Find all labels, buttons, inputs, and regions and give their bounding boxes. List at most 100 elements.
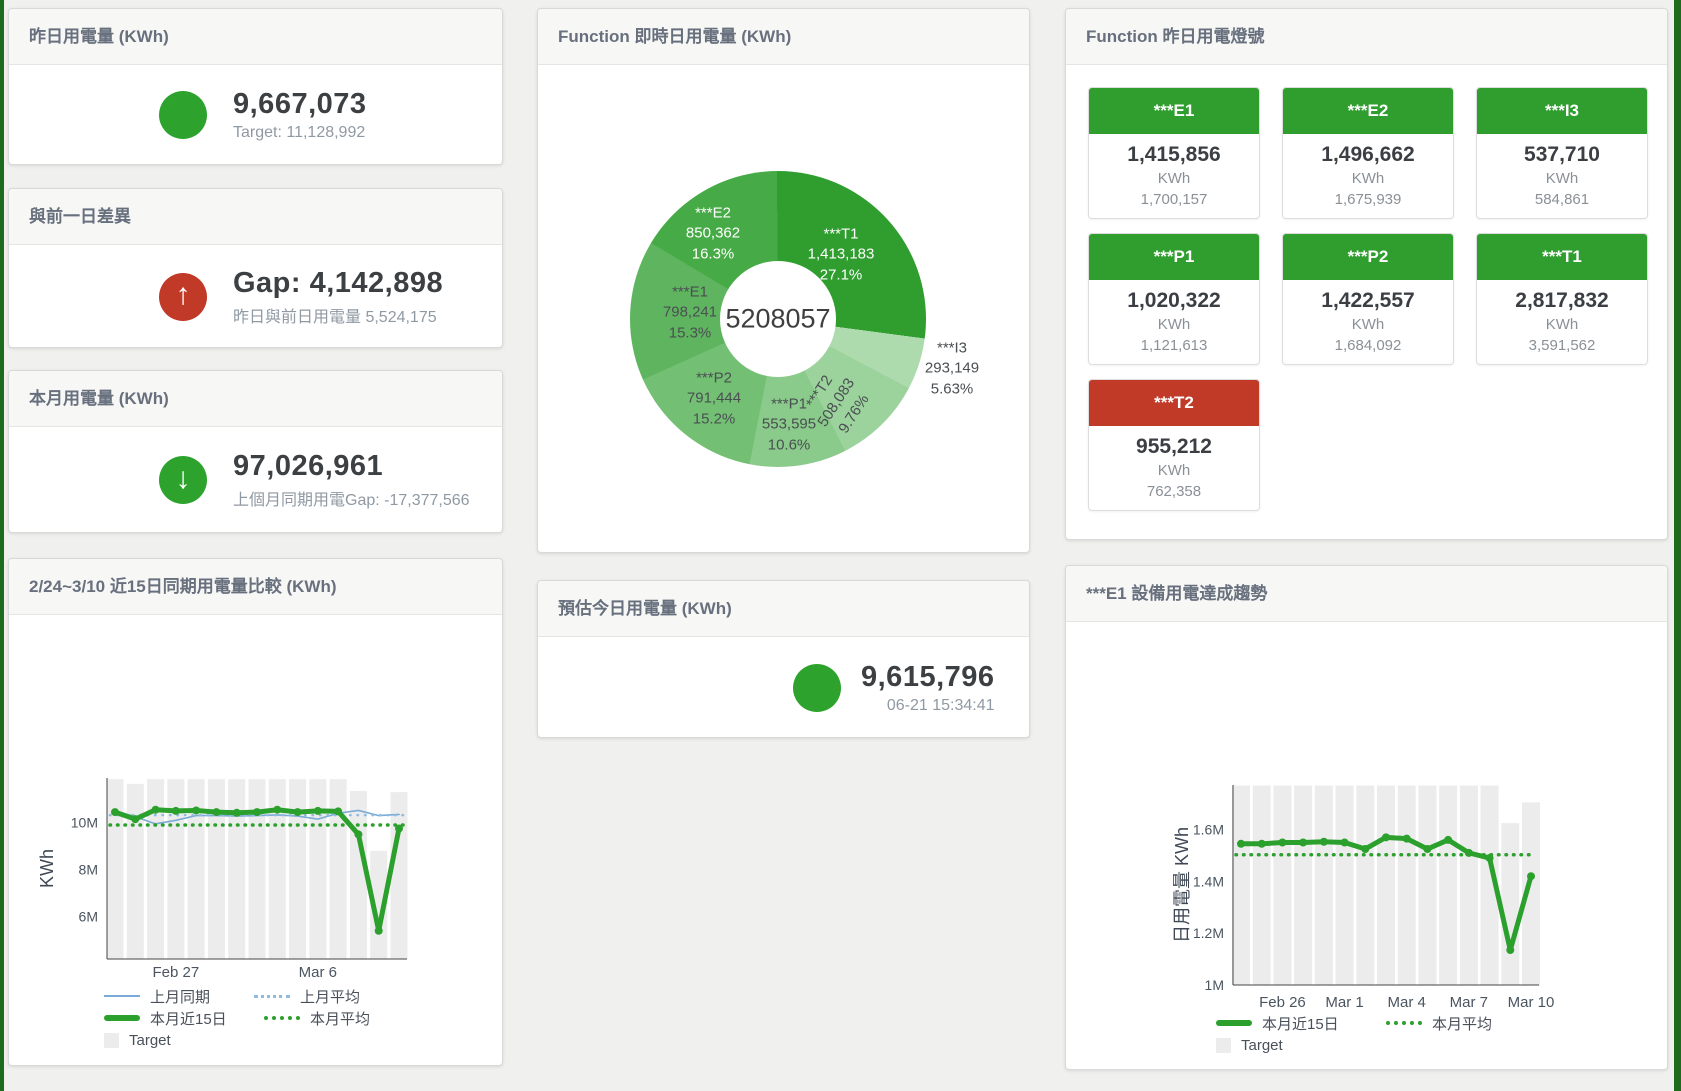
target-bar[interactable]	[208, 779, 225, 959]
data-point[interactable]	[212, 808, 220, 816]
donut-slice-label-E2[interactable]: ***E2850,36216.3%	[686, 204, 740, 265]
data-point[interactable]	[1237, 840, 1245, 848]
target-bar[interactable]	[1439, 786, 1457, 985]
data-point[interactable]	[1278, 839, 1286, 847]
compare-15days-chart[interactable]: 6M8M10MFeb 27Mar 6KWh	[19, 765, 499, 983]
page-edge-right-scrollbar[interactable]	[1674, 0, 1681, 1091]
legend-item-1[interactable]: 本月近15日	[1216, 1012, 1386, 1034]
target-bar[interactable]	[1336, 786, 1354, 985]
target-bar[interactable]	[107, 779, 124, 959]
data-point[interactable]	[111, 808, 119, 816]
data-point[interactable]	[334, 807, 342, 815]
legend-item-2[interactable]: 本月平均	[1386, 1012, 1536, 1034]
legend-label: Target	[129, 1032, 171, 1049]
slice-label-line: 16.3%	[686, 244, 740, 264]
target-bar[interactable]	[1294, 786, 1312, 985]
panel-month-usage: 本月用電量 (KWh) ↓ 97,026,961 上個月同期用電Gap: -17…	[8, 370, 503, 533]
legend-swatch	[104, 1015, 140, 1021]
x-axis-tick: Mar 6	[299, 964, 337, 981]
data-point[interactable]	[1444, 836, 1452, 844]
data-point[interactable]	[152, 806, 160, 814]
legend-item-1[interactable]: 上月同期	[104, 985, 254, 1007]
tile-value: 537,710	[1477, 143, 1647, 167]
data-point[interactable]	[1341, 839, 1349, 847]
panel-title-month[interactable]: 本月用電量 (KWh)	[9, 371, 502, 427]
legend-swatch	[1386, 1021, 1422, 1025]
slice-label-line: 27.1%	[808, 265, 875, 285]
target-bar[interactable]	[1315, 786, 1333, 985]
y-axis-tick: 1M	[1205, 977, 1224, 993]
legend-label: 本月近15日	[1262, 1013, 1339, 1034]
data-point[interactable]	[294, 808, 302, 816]
target-bar[interactable]	[391, 792, 408, 959]
legend-item-2[interactable]: 上月平均	[254, 985, 404, 1007]
data-point[interactable]	[1320, 838, 1328, 846]
data-point[interactable]	[1423, 845, 1431, 853]
target-bar[interactable]	[289, 779, 306, 959]
target-bar[interactable]	[249, 779, 266, 959]
e1-trend-chart[interactable]: 1M1.2M1.4M1.6MFeb 26Mar 1Mar 4Mar 7Mar 1…	[1076, 767, 1666, 1012]
legend-item-5[interactable]: Target	[104, 1029, 204, 1051]
light-tile-E1: ***E11,415,856KWh1,700,157	[1088, 87, 1260, 219]
legend-item-3[interactable]: Target	[1216, 1034, 1316, 1056]
data-point[interactable]	[1403, 835, 1411, 843]
target-bar[interactable]	[1273, 786, 1291, 985]
x-axis-tick: Mar 1	[1325, 994, 1363, 1011]
slice-label-line: 10.6%	[762, 435, 816, 455]
target-bar[interactable]	[1501, 823, 1519, 985]
panel-title-forecast[interactable]: 預估今日用電量 (KWh)	[538, 581, 1029, 637]
donut-slice-label-P2[interactable]: ***P2791,44415.2%	[687, 369, 741, 430]
tile-target-value: 1,675,939	[1283, 191, 1453, 208]
target-bar[interactable]	[167, 779, 184, 959]
donut-slice-label-E1[interactable]: ***E1798,24115.3%	[663, 283, 717, 344]
donut-center-total: 5208057	[725, 304, 830, 335]
donut-slice-label-P1[interactable]: ***P1553,59510.6%	[762, 395, 816, 456]
slice-label-line: ***E2	[686, 204, 740, 224]
panel-title-lights[interactable]: Function 昨日用電燈號	[1066, 9, 1667, 65]
data-point[interactable]	[1527, 872, 1535, 880]
panel-title-compare[interactable]: 2/24~3/10 近15日同期用電量比較 (KWh)	[9, 559, 502, 615]
data-point[interactable]	[354, 830, 362, 838]
data-point[interactable]	[1299, 839, 1307, 847]
data-point[interactable]	[375, 927, 383, 935]
panel-title-day-gap[interactable]: 與前一日差異	[9, 189, 502, 245]
target-bar[interactable]	[127, 784, 144, 959]
legend-item-3[interactable]: 本月近15日	[104, 1007, 264, 1029]
donut-slice-label-T1[interactable]: ***T11,413,18327.1%	[808, 225, 875, 286]
target-bar[interactable]	[309, 779, 326, 959]
legend-label: 上月平均	[300, 986, 360, 1007]
target-bar[interactable]	[1356, 786, 1374, 985]
data-point[interactable]	[192, 806, 200, 814]
target-bar[interactable]	[330, 779, 347, 959]
panel-title-yesterday[interactable]: 昨日用電量 (KWh)	[9, 9, 502, 65]
data-point[interactable]	[1382, 833, 1390, 841]
legend-item-4[interactable]: 本月平均	[264, 1007, 414, 1029]
target-bar[interactable]	[228, 779, 245, 959]
data-point[interactable]	[131, 815, 139, 823]
target-bar[interactable]	[1418, 786, 1436, 985]
target-bar[interactable]	[1377, 786, 1395, 985]
panel-title-realtime[interactable]: Function 即時日用電量 (KWh)	[538, 9, 1029, 65]
up-arrow-icon: ↑	[176, 280, 191, 310]
month-value: 97,026,961	[233, 450, 470, 483]
tile-unit: KWh	[1089, 316, 1259, 333]
target-bar[interactable]	[188, 779, 205, 959]
data-point[interactable]	[314, 807, 322, 815]
donut-slice-label-I3[interactable]: ***I3293,1495.63%	[925, 339, 979, 400]
data-point[interactable]	[1361, 845, 1369, 853]
target-bar[interactable]	[1398, 786, 1416, 985]
target-bar[interactable]	[1253, 786, 1271, 985]
data-point[interactable]	[253, 808, 261, 816]
target-bar[interactable]	[1460, 786, 1478, 985]
legend-label: 本月平均	[310, 1008, 370, 1029]
data-point[interactable]	[233, 809, 241, 817]
month-stat: ↓ 97,026,961 上個月同期用電Gap: -17,377,566	[9, 427, 502, 533]
donut-chart[interactable]: 5208057 ***T11,413,18327.1%***I3293,1495…	[618, 159, 938, 479]
panel-title-e1-trend[interactable]: ***E1 設備用電達成趨勢	[1066, 566, 1667, 622]
data-point[interactable]	[1258, 840, 1266, 848]
slice-label-line: 1,413,183	[808, 245, 875, 265]
target-bar[interactable]	[1232, 786, 1250, 985]
data-point[interactable]	[1506, 946, 1514, 954]
data-point[interactable]	[273, 806, 281, 814]
data-point[interactable]	[172, 807, 180, 815]
